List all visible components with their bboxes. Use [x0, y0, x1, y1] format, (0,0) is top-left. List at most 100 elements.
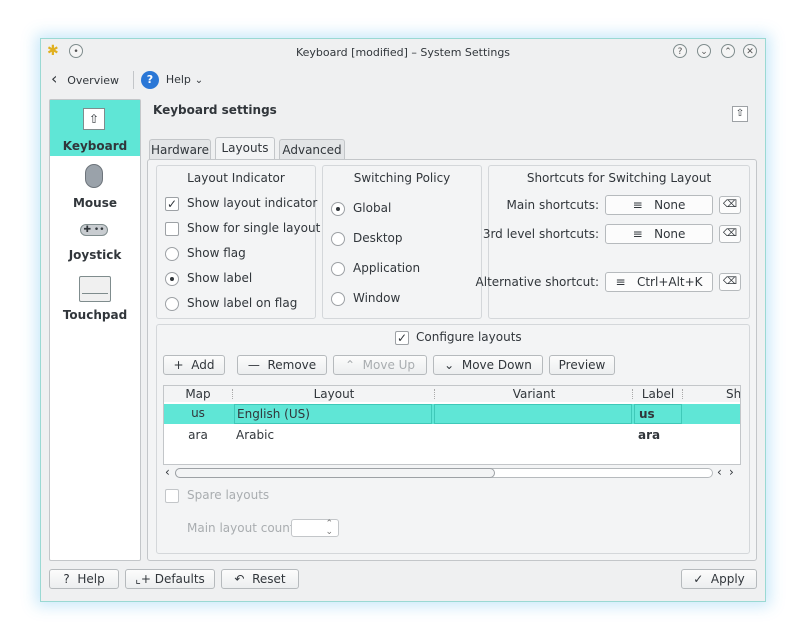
- reset-button[interactable]: ↶ Reset: [221, 569, 299, 589]
- application-label: Application: [353, 261, 421, 275]
- backspace-icon: ⌫: [722, 276, 738, 287]
- label-on-flag-label: Show label on flag: [187, 296, 298, 310]
- minus-icon: —: [247, 358, 260, 372]
- chevron-down-icon: ⌄: [194, 75, 204, 86]
- menu-icon: ≡: [615, 275, 626, 289]
- tab-layouts[interactable]: Layouts: [215, 137, 275, 159]
- table-header: Map Layout Variant Label Sh: [164, 386, 740, 402]
- system-settings-window: ✱ • Keyboard [modified] – System Setting…: [40, 38, 766, 602]
- help-icon[interactable]: ?: [673, 44, 687, 58]
- show-flag-radio[interactable]: [165, 247, 179, 261]
- tab-hardware[interactable]: Hardware: [149, 139, 211, 159]
- question-icon: ?: [63, 572, 70, 586]
- group-title: Switching Policy: [353, 171, 451, 185]
- alternative-shortcut-label: Alternative shortcut:: [475, 275, 599, 289]
- cell-map: ara: [188, 428, 208, 442]
- remove-button[interactable]: — Remove: [237, 355, 327, 375]
- sidebar-item-label: Keyboard: [62, 139, 128, 153]
- checkmark-icon: ✓: [693, 572, 704, 586]
- move-up-button[interactable]: ⌃ Move Up: [333, 355, 427, 375]
- help-menu-button[interactable]: ? Help ⌄: [141, 68, 203, 90]
- column-header-label[interactable]: Label: [634, 386, 682, 402]
- table-row[interactable]: ara Arabic ara: [164, 426, 740, 446]
- desktop-label: Desktop: [353, 231, 403, 245]
- apply-button[interactable]: ✓ Apply: [681, 569, 757, 589]
- alternative-shortcut-button[interactable]: ≡ Ctrl+Alt+K: [605, 272, 713, 292]
- defaults-icon: ⌞+: [135, 572, 151, 586]
- chevron-down-icon: ⌄: [444, 358, 455, 372]
- cell-label: ara: [638, 428, 661, 442]
- main-layout-count-label: Main layout count:: [187, 521, 299, 535]
- layout-indicator-group: Layout Indicator ✓ Show layout indicator…: [156, 165, 320, 319]
- horizontal-scrollbar[interactable]: ‹ ‹ ›: [163, 465, 741, 480]
- cell-layout: Arabic: [236, 428, 275, 442]
- sidebar-item-mouse[interactable]: Mouse: [50, 160, 140, 210]
- main-shortcuts-label: Main shortcuts:: [506, 198, 599, 212]
- sidebar-item-touchpad[interactable]: Touchpad: [50, 270, 140, 326]
- touchpad-icon: [79, 276, 111, 302]
- spin-arrows-icon[interactable]: ⌃ ⌄: [325, 520, 333, 537]
- title-bar: ✱ • Keyboard [modified] – System Setting…: [41, 39, 765, 65]
- plus-icon: +: [173, 358, 184, 372]
- clear-main-shortcut-button[interactable]: ⌫: [719, 196, 741, 214]
- add-button[interactable]: + Add: [163, 355, 225, 375]
- close-icon[interactable]: ✕: [743, 44, 757, 58]
- table-row[interactable]: us English (US) us: [164, 404, 740, 424]
- column-header-variant[interactable]: Variant: [436, 386, 632, 402]
- shortcuts-group: Shortcuts for Switching Layout Main shor…: [476, 165, 750, 319]
- show-indicator-checkbox[interactable]: ✓: [165, 197, 179, 211]
- window-radio[interactable]: [331, 292, 345, 306]
- menu-icon: ≡: [632, 198, 643, 212]
- backspace-icon: ⌫: [722, 199, 738, 210]
- maximize-icon[interactable]: ⌃: [721, 44, 735, 58]
- spare-layouts-label: Spare layouts: [187, 488, 270, 502]
- window-label: Window: [353, 291, 401, 305]
- cell-label: us: [634, 404, 682, 424]
- label-on-flag-radio[interactable]: [165, 297, 179, 311]
- application-radio[interactable]: [331, 262, 345, 276]
- help-button[interactable]: ? Help: [49, 569, 119, 589]
- spare-layouts-checkbox[interactable]: [165, 489, 179, 503]
- global-radio[interactable]: [331, 202, 345, 216]
- show-flag-label: Show flag: [187, 246, 246, 260]
- clear-third-level-shortcut-button[interactable]: ⌫: [719, 225, 741, 243]
- tab-advanced[interactable]: Advanced: [279, 139, 345, 159]
- column-header-shortcut[interactable]: Sh: [684, 386, 740, 402]
- cell-variant: [434, 404, 632, 424]
- defaults-button[interactable]: ⌞+ Defaults: [125, 569, 215, 589]
- column-header-layout[interactable]: Layout: [234, 386, 434, 402]
- tab-content: Layout Indicator ✓ Show layout indicator…: [147, 159, 757, 561]
- scroll-right-icon[interactable]: ›: [729, 465, 734, 479]
- preview-button[interactable]: Preview: [549, 355, 615, 375]
- column-header-map[interactable]: Map: [164, 386, 232, 402]
- configure-layouts-group: ✓ Configure layouts + Add — Remove ⌃ Mov…: [156, 324, 750, 554]
- single-layout-checkbox[interactable]: [165, 222, 179, 236]
- sidebar-item-keyboard[interactable]: ⇧ Keyboard: [50, 100, 140, 156]
- scroll-left-icon[interactable]: ‹: [165, 465, 170, 479]
- clear-alternative-shortcut-button[interactable]: ⌫: [719, 273, 741, 291]
- sidebar: ⇧ Keyboard Mouse ✚ •• Joystick Touchpad: [49, 99, 141, 561]
- main-layout-count-spinbox[interactable]: ⌃ ⌄: [291, 519, 339, 537]
- scroll-to-top-icon[interactable]: ⇧: [732, 106, 748, 122]
- chevron-left-icon: ‹: [51, 69, 58, 88]
- scroll-left-end-icon[interactable]: ‹: [717, 465, 722, 479]
- sidebar-item-joystick[interactable]: ✚ •• Joystick: [50, 216, 140, 266]
- sidebar-item-label: Touchpad: [62, 308, 128, 322]
- cell-map: us: [191, 406, 205, 420]
- sidebar-item-label: Mouse: [72, 196, 117, 210]
- configure-layouts-checkbox[interactable]: ✓: [395, 331, 409, 345]
- show-label-radio[interactable]: [165, 272, 179, 286]
- scrollbar-handle[interactable]: [175, 468, 495, 478]
- main-shortcuts-button[interactable]: ≡ None: [605, 195, 713, 215]
- desktop-radio[interactable]: [331, 232, 345, 246]
- third-level-shortcuts-label: 3rd level shortcuts:: [482, 227, 599, 241]
- window-title: Keyboard [modified] – System Settings: [295, 46, 511, 59]
- move-down-button[interactable]: ⌄ Move Down: [433, 355, 543, 375]
- group-title: Layout Indicator: [187, 171, 285, 185]
- third-level-shortcuts-button[interactable]: ≡ None: [605, 224, 713, 244]
- minimize-icon[interactable]: ⌄: [697, 44, 711, 58]
- layouts-table: Map Layout Variant Label Sh us English (…: [163, 385, 741, 465]
- overview-button[interactable]: ‹ Overview: [51, 69, 119, 89]
- show-label-label: Show label: [187, 271, 253, 285]
- single-layout-label: Show for single layout: [187, 221, 321, 235]
